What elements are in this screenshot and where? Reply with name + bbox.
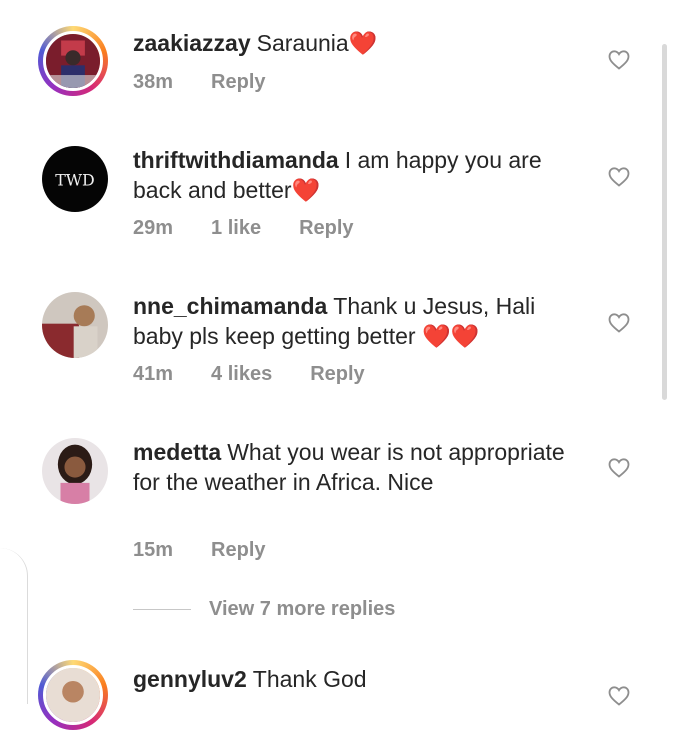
scrollbar[interactable] [662,44,667,400]
avatar[interactable] [38,660,108,730]
heart-emoji: ❤️ [291,177,321,203]
comment-likes[interactable]: 1 like [211,217,261,240]
comment-time: 15m [133,539,174,561]
comment-meta: 41m 4 likes Reply [133,363,403,386]
comment-body: Thank God [252,666,367,692]
avatar[interactable] [38,26,108,96]
comment-meta: 38m Reply [133,71,304,94]
reply-thread-line [0,548,28,704]
reply-button[interactable]: Reply [211,539,265,562]
avatar-image: TWD [42,146,108,212]
comment-username[interactable]: nne_chimamanda [133,293,327,319]
divider [133,609,191,610]
like-heart-icon[interactable] [606,684,632,708]
comment-text: medetta What you wear is not appropriate … [133,437,573,497]
comment-text: zaakiazzay Saraunia❤️ [133,28,573,58]
comment-time: 38m [133,71,174,93]
comment-text: thriftwithdiamanda I am happy you are bac… [133,145,573,205]
comment-meta: 29m 1 like Reply [133,217,392,240]
avatar[interactable] [42,438,108,504]
like-heart-icon[interactable] [606,48,632,72]
like-heart-icon[interactable] [606,165,632,189]
like-heart-icon[interactable] [606,456,632,480]
comment-body: Saraunia [256,30,349,56]
comment-username[interactable]: medetta [133,439,221,465]
avatar-image [46,34,100,88]
svg-text:TWD: TWD [55,171,95,190]
comment-time: 41m [133,363,174,385]
view-more-replies-button[interactable]: View 7 more replies [133,598,395,621]
heart-emoji: ❤️❤️ [421,323,480,349]
reply-button[interactable]: Reply [310,363,364,386]
comment-meta: 15m Reply [133,539,304,562]
view-more-replies-label: View 7 more replies [209,598,396,620]
comment-time: 29m [133,217,174,239]
avatar[interactable]: TWD [42,146,108,212]
avatar-image [42,438,108,504]
comment-username[interactable]: gennyluv2 [133,666,247,692]
reply-button[interactable]: Reply [299,217,353,240]
reply-button[interactable]: Reply [211,71,265,94]
comment-text: gennyluv2 Thank God [133,664,573,694]
heart-emoji: ❤️ [348,30,378,56]
comment-username[interactable]: zaakiazzay [133,30,251,56]
comment-username[interactable]: thriftwithdiamanda [133,147,339,173]
avatar[interactable] [42,292,108,358]
comment-text: nne_chimamanda Thank u Jesus, Hali baby p… [133,291,573,351]
avatar-image [42,292,108,358]
comment-likes[interactable]: 4 likes [211,363,272,386]
like-heart-icon[interactable] [606,311,632,335]
avatar-image [46,668,100,722]
